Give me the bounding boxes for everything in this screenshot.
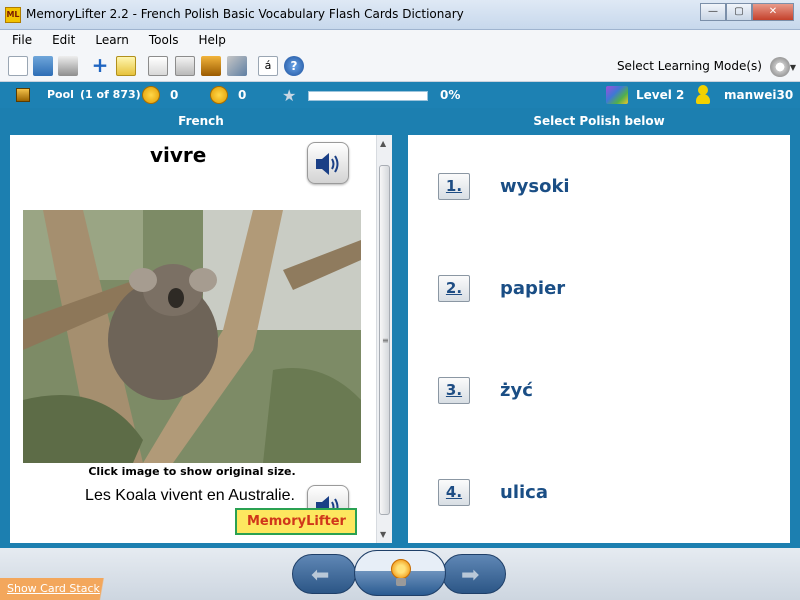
answer-number-button[interactable]: 2. <box>438 275 470 302</box>
scroll-down-arrow-icon[interactable]: ▼ <box>380 530 386 539</box>
close-button[interactable]: ✕ <box>752 3 794 21</box>
level-label: Level 2 <box>636 88 685 102</box>
answer-number-button[interactable]: 1. <box>438 173 470 200</box>
answer-word[interactable]: żyć <box>500 380 533 401</box>
maximize-button[interactable]: ▢ <box>726 3 752 21</box>
chevron-down-icon[interactable]: ▼ <box>790 63 796 72</box>
koala-photo[interactable] <box>23 210 361 463</box>
question-word: vivre <box>150 143 207 167</box>
pool-label: Pool <box>47 88 74 101</box>
answer-panel: 1. wysoki 2. papier 3. żyć 4. ulica <box>408 135 790 543</box>
progress-label: 0% <box>440 88 461 102</box>
minimize-button[interactable]: — <box>700 3 726 21</box>
pool-box-icon <box>16 88 30 102</box>
status-bar: Pool (1 of 873) 0 0 ★ 0% Level 2 manwei3… <box>0 82 800 108</box>
card-navigation: ⬅ ➡ <box>292 550 506 596</box>
grip-icon: ≡ <box>382 336 389 345</box>
menu-help[interactable]: Help <box>198 33 225 47</box>
show-card-stack-label[interactable]: Show Card Stack <box>7 582 100 595</box>
next-card-button[interactable]: ➡ <box>442 554 506 594</box>
logo-text: MemoryLifter <box>247 514 346 529</box>
level-icon <box>606 86 628 104</box>
answer-language-header: Select Polish below <box>533 114 665 128</box>
statistics-icon[interactable] <box>175 56 195 76</box>
pool-count: (1 of 873) <box>80 88 141 101</box>
happy-count: 0 <box>170 88 179 102</box>
card-box-icon[interactable] <box>201 56 221 76</box>
help-icon[interactable]: ? <box>284 56 304 76</box>
title-bar: ML MemoryLifter 2.2 - French Polish Basi… <box>0 0 800 30</box>
open-folder-icon[interactable] <box>33 56 53 76</box>
learning-area: French Select Polish below vivre Click i… <box>0 108 800 548</box>
speaker-icon <box>316 153 339 175</box>
print-icon[interactable] <box>58 56 78 76</box>
settings-tools-icon[interactable] <box>227 56 247 76</box>
gear-icon[interactable] <box>770 57 790 77</box>
scroll-thumb[interactable]: ≡ <box>379 165 390 515</box>
username: manwei30 <box>724 88 794 102</box>
previous-card-button[interactable]: ⬅ <box>292 554 356 594</box>
menu-tools[interactable]: Tools <box>149 33 179 47</box>
arrow-left-icon: ⬅ <box>311 563 330 588</box>
lightbulb-icon <box>391 559 411 587</box>
play-word-audio-button[interactable] <box>307 142 349 184</box>
window-controls: — ▢ ✕ <box>700 3 794 21</box>
menu-learn[interactable]: Learn <box>95 33 129 47</box>
arrow-right-icon: ➡ <box>461 563 480 588</box>
scroll-up-arrow-icon[interactable]: ▲ <box>380 139 386 148</box>
app-logo-icon: ML <box>5 7 21 23</box>
menu-file[interactable]: File <box>12 33 32 47</box>
answer-option-4[interactable]: 4. ulica <box>438 479 548 506</box>
sad-face-icon <box>210 86 228 104</box>
answer-number-button[interactable]: 4. <box>438 479 470 506</box>
new-document-icon[interactable] <box>8 56 28 76</box>
menu-edit[interactable]: Edit <box>52 33 75 47</box>
answer-option-1[interactable]: 1. wysoki <box>438 173 570 200</box>
show-card-stack-link[interactable]: Show Card Stack <box>0 578 125 600</box>
question-panel: vivre Click image to show original size.… <box>10 135 392 543</box>
answer-word[interactable]: papier <box>500 278 565 299</box>
accent-character-icon[interactable]: á <box>258 56 278 76</box>
menu-bar: File Edit Learn Tools Help <box>0 30 800 50</box>
memorylifter-logo: MemoryLifter <box>235 508 357 535</box>
progress-bar <box>308 91 428 101</box>
star-icon: ★ <box>282 86 297 105</box>
edit-card-icon[interactable] <box>116 56 136 76</box>
user-icon <box>696 85 710 105</box>
example-sentence: Les Koala vivent en Australie. <box>85 487 295 504</box>
sad-count: 0 <box>238 88 247 102</box>
window-title: MemoryLifter 2.2 - French Polish Basic V… <box>26 7 464 21</box>
learning-mode-label[interactable]: Select Learning Mode(s) <box>617 59 762 73</box>
answer-option-2[interactable]: 2. papier <box>438 275 565 302</box>
answer-number-button[interactable]: 3. <box>438 377 470 404</box>
toolbar: + á ? Select Learning Mode(s) ▼ <box>0 50 800 82</box>
question-language-header: French <box>178 114 224 128</box>
hint-button[interactable] <box>354 550 446 596</box>
answer-option-3[interactable]: 3. żyć <box>438 377 533 404</box>
question-scrollbar[interactable]: ▲ ≡ ▼ <box>376 135 392 543</box>
happy-face-icon <box>142 86 160 104</box>
answer-word[interactable]: ulica <box>500 482 548 503</box>
add-card-icon[interactable]: + <box>90 55 110 76</box>
image-caption: Click image to show original size. <box>88 465 296 478</box>
answer-word[interactable]: wysoki <box>500 176 570 197</box>
presentation-icon[interactable] <box>148 56 168 76</box>
